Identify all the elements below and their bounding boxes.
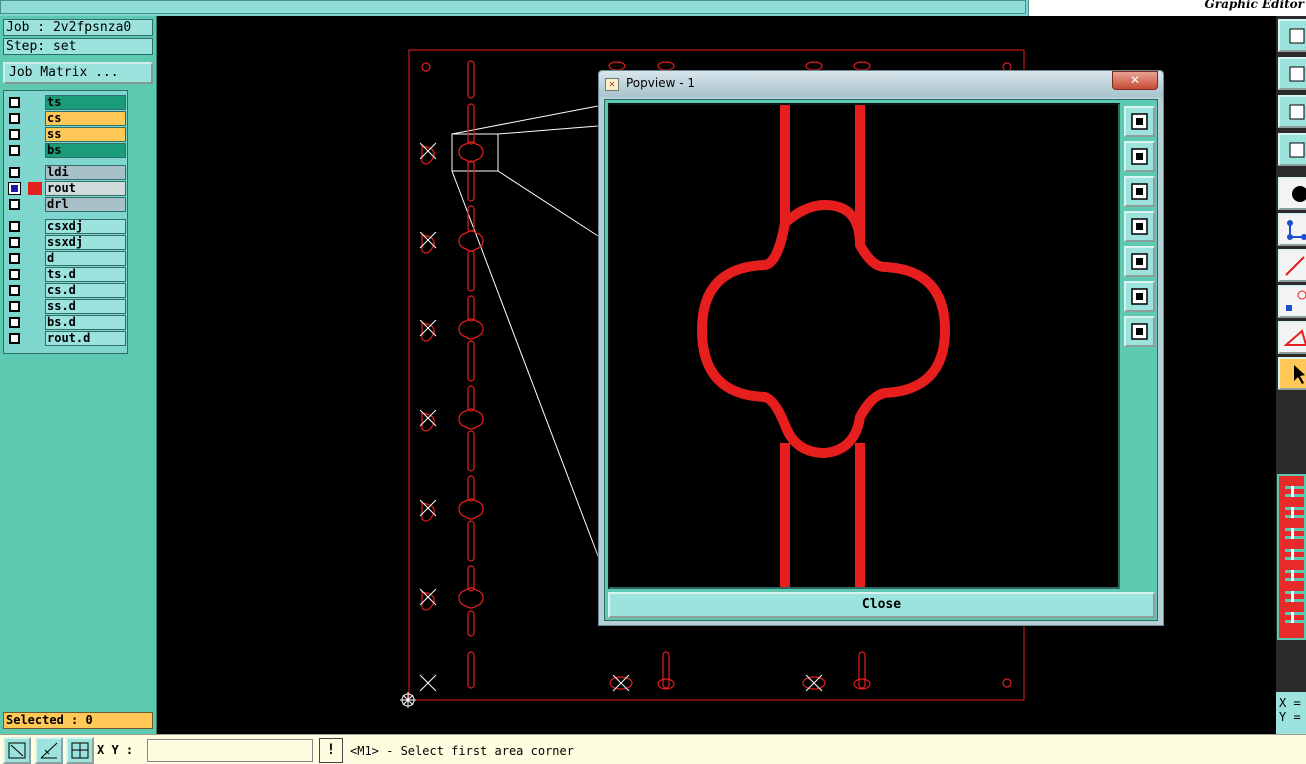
popview-app-icon: ✕ [605, 78, 619, 91]
status-bar: X Y : ! <M1> - Select first area corner [0, 734, 1306, 764]
measure-icon[interactable] [35, 737, 63, 764]
layer-label[interactable]: d [45, 251, 126, 266]
layer-checkbox[interactable] [9, 253, 20, 264]
x-coord-label: X = [1279, 696, 1301, 710]
top-bar-left [0, 0, 1026, 14]
pan-up-icon[interactable] [1124, 141, 1155, 172]
layer-label[interactable]: rout [45, 181, 126, 196]
layer-checkbox[interactable] [9, 269, 20, 280]
pan-down-icon[interactable] [1124, 176, 1155, 207]
y-coord-label: Y = [1279, 710, 1301, 724]
step-name: Step: set [3, 38, 153, 55]
layer-checkbox[interactable] [9, 145, 20, 156]
job-name: Job : 2v2fpsnza0 [3, 19, 153, 36]
net-tool-icon[interactable] [1278, 213, 1306, 246]
layer-label[interactable]: cs.d [45, 283, 126, 298]
layer-label[interactable]: drl [45, 197, 126, 212]
status-message: <M1> - Select first area corner [350, 744, 574, 758]
layer-checkbox[interactable] [9, 97, 20, 108]
popview-title: Popview - 1 [626, 76, 695, 90]
layer-row-drl[interactable]: drl [7, 197, 126, 212]
zoomed-feature [696, 105, 951, 587]
layer-list: ts cs ss bs ldi rout drl csxdj ssxdj d ts.d cs.d ss.… [3, 90, 128, 354]
layer-row-ssxdj[interactable]: ssxdj [7, 235, 126, 250]
top-bar: Graphic Editor [0, 0, 1306, 16]
layer-checkbox[interactable] [9, 221, 20, 232]
layer-row-rout-d[interactable]: rout.d [7, 331, 126, 346]
snap-grid-icon[interactable] [66, 737, 94, 764]
layer-label[interactable]: cs [45, 111, 126, 126]
layer-checkbox[interactable] [9, 317, 20, 328]
popview-toolbar [1124, 103, 1156, 589]
coord-readout: X = Y = [1276, 692, 1306, 734]
circle-tool-icon[interactable] [1278, 177, 1306, 210]
zoom-icon[interactable] [1278, 57, 1306, 90]
layer-color-swatch[interactable] [28, 182, 42, 195]
pan-left-icon[interactable] [1124, 211, 1155, 242]
layer-checkbox[interactable] [9, 237, 20, 248]
layer-label[interactable]: bs.d [45, 315, 126, 330]
zoom-in-icon[interactable] [1124, 281, 1155, 312]
window-close-button[interactable]: ✕ [1112, 71, 1158, 90]
layer-checkbox[interactable] [9, 301, 20, 312]
layer-row-ss[interactable]: ss [7, 127, 126, 142]
pan-right-icon[interactable] [1124, 246, 1155, 277]
popview-body: Close [604, 99, 1158, 621]
origin-marker [400, 692, 416, 708]
zoom-fit-icon[interactable] [1124, 106, 1155, 137]
job-matrix-button[interactable]: Job Matrix ... [3, 62, 153, 84]
zoom-area-icon[interactable] [3, 737, 31, 764]
app-title: Graphic Editor [1204, 0, 1304, 11]
overview-drawing [1285, 486, 1304, 623]
pad-tool-icon[interactable] [1278, 285, 1306, 318]
xy-label: X Y : [97, 743, 134, 757]
triangle-tool-icon[interactable] [1278, 321, 1306, 354]
layer-row-cs[interactable]: cs [7, 111, 126, 126]
line-tool-icon[interactable] [1278, 249, 1306, 282]
select-arrow-icon[interactable] [1278, 357, 1306, 390]
layer-label[interactable]: ss [45, 127, 126, 142]
warning-button[interactable]: ! [319, 738, 343, 763]
layer-up-icon[interactable] [1278, 19, 1306, 52]
layer-row-csxdj[interactable]: csxdj [7, 219, 126, 234]
layer-checkbox[interactable] [8, 182, 21, 195]
layer-label[interactable]: bs [45, 143, 126, 158]
layer-checkbox[interactable] [9, 285, 20, 296]
left-panel: Job : 2v2fpsnza0 Step: set Job Matrix ..… [0, 16, 157, 734]
layer-row-d[interactable]: d [7, 251, 126, 266]
popview-titlebar[interactable]: ✕ Popview - 1 ✕ [599, 71, 1163, 97]
layer-label[interactable]: ts [45, 95, 126, 110]
layer-row-ldi[interactable]: ldi [7, 165, 126, 180]
layer-checkbox[interactable] [9, 167, 20, 178]
layer-label[interactable]: ss.d [45, 299, 126, 314]
layer-label[interactable]: ldi [45, 165, 126, 180]
popview-canvas[interactable] [608, 103, 1120, 589]
top-bar-right: Graphic Editor [1028, 0, 1306, 16]
layer-label[interactable]: ts.d [45, 267, 126, 282]
selected-count: Selected : 0 [3, 712, 153, 729]
layer-row-bs-d[interactable]: bs.d [7, 315, 126, 330]
layer-row-bs[interactable]: bs [7, 143, 126, 158]
layer-row-ts[interactable]: ts [7, 95, 126, 110]
layer-row-cs-d[interactable]: cs.d [7, 283, 126, 298]
layer-row-ts-d[interactable]: ts.d [7, 267, 126, 282]
frame-icon[interactable] [1278, 95, 1306, 128]
layer-checkbox[interactable] [9, 199, 20, 210]
snap-icon[interactable] [1278, 133, 1306, 166]
layer-label[interactable]: csxdj [45, 219, 126, 234]
popview-window: ✕ Popview - 1 ✕ Close [598, 70, 1164, 626]
graphic-canvas[interactable]: ✕ Popview - 1 ✕ Close [158, 16, 1276, 734]
right-toolbar: X = Y = [1276, 16, 1306, 734]
layer-label[interactable]: rout.d [45, 331, 126, 346]
layer-checkbox[interactable] [9, 333, 20, 344]
zoom-out-icon[interactable] [1124, 316, 1155, 347]
popview-close-button[interactable]: Close [608, 592, 1155, 618]
overview-thumbnail[interactable] [1277, 474, 1306, 640]
layer-row-rout[interactable]: rout [7, 181, 126, 196]
xy-input[interactable] [147, 739, 313, 762]
layer-checkbox[interactable] [9, 113, 20, 124]
layer-label[interactable]: ssxdj [45, 235, 126, 250]
layer-row-ss-d[interactable]: ss.d [7, 299, 126, 314]
layer-checkbox[interactable] [9, 129, 20, 140]
